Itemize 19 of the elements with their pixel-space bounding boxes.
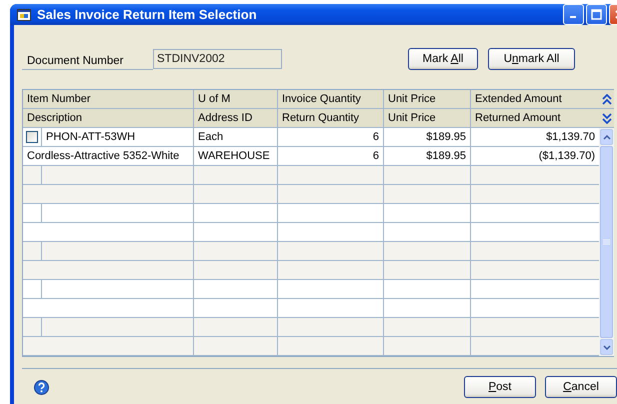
grip-icon xyxy=(603,238,610,246)
mark-checkbox[interactable] xyxy=(26,131,38,143)
scroll-down-button[interactable] xyxy=(600,339,613,355)
collapse-icon[interactable] xyxy=(602,94,612,104)
scroll-thumb[interactable] xyxy=(600,146,613,338)
maximize-button[interactable] xyxy=(586,4,607,25)
cancel-button[interactable]: Cancel xyxy=(545,376,617,398)
item-number-cell-text: PHON-ATT-53WH xyxy=(45,130,136,145)
unmark-all-button[interactable]: Unmark All xyxy=(488,48,575,70)
window-title: Sales Invoice Return Item Selection xyxy=(37,7,258,22)
expand-icon[interactable] xyxy=(602,112,612,124)
minimize-button[interactable] xyxy=(563,4,584,25)
maximize-icon xyxy=(591,9,602,20)
window-icon xyxy=(17,8,31,20)
mark-all-button[interactable]: Mark All xyxy=(408,48,478,70)
scroll-up-button[interactable] xyxy=(600,129,613,145)
help-icon[interactable] xyxy=(34,380,49,394)
document-number-field[interactable]: STDINV2002 xyxy=(153,49,282,69)
post-button[interactable]: Post xyxy=(464,376,536,398)
